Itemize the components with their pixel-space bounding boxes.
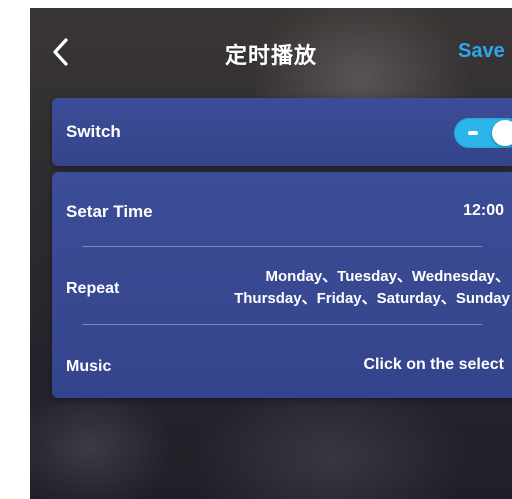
- save-button[interactable]: Save: [458, 40, 505, 63]
- music-select[interactable]: Click on the select: [364, 356, 505, 374]
- page-title: 定时播放: [224, 44, 317, 69]
- time-value[interactable]: 12:00: [463, 202, 504, 220]
- switch-label: Switch: [66, 122, 121, 141]
- divider: [82, 324, 482, 325]
- time-label: Setar Time: [66, 202, 153, 221]
- music-label: Music: [66, 358, 112, 375]
- repeat-label: Repeat: [66, 280, 120, 297]
- switch-toggle[interactable]: [454, 118, 512, 148]
- device-screen: 定时播放 Save Switch Setar Time 12:00 Repeat…: [30, 8, 512, 499]
- divider: [82, 246, 482, 247]
- toggle-on-indicator: [468, 131, 478, 135]
- switch-card: Switch: [52, 98, 512, 166]
- settings-card: Setar Time 12:00 Repeat Monday、Tuesday、W…: [52, 172, 512, 398]
- repeat-days-value[interactable]: Monday、Tuesday、Wednesday、 Thursday、Frida…: [142, 266, 510, 310]
- toggle-knob: [492, 120, 512, 146]
- repeat-days-line: Thursday、Friday、Saturday、Sunday: [234, 290, 510, 307]
- top-bar: 定时播放 Save: [30, 8, 512, 94]
- repeat-days-line: Monday、Tuesday、Wednesday、: [265, 268, 511, 285]
